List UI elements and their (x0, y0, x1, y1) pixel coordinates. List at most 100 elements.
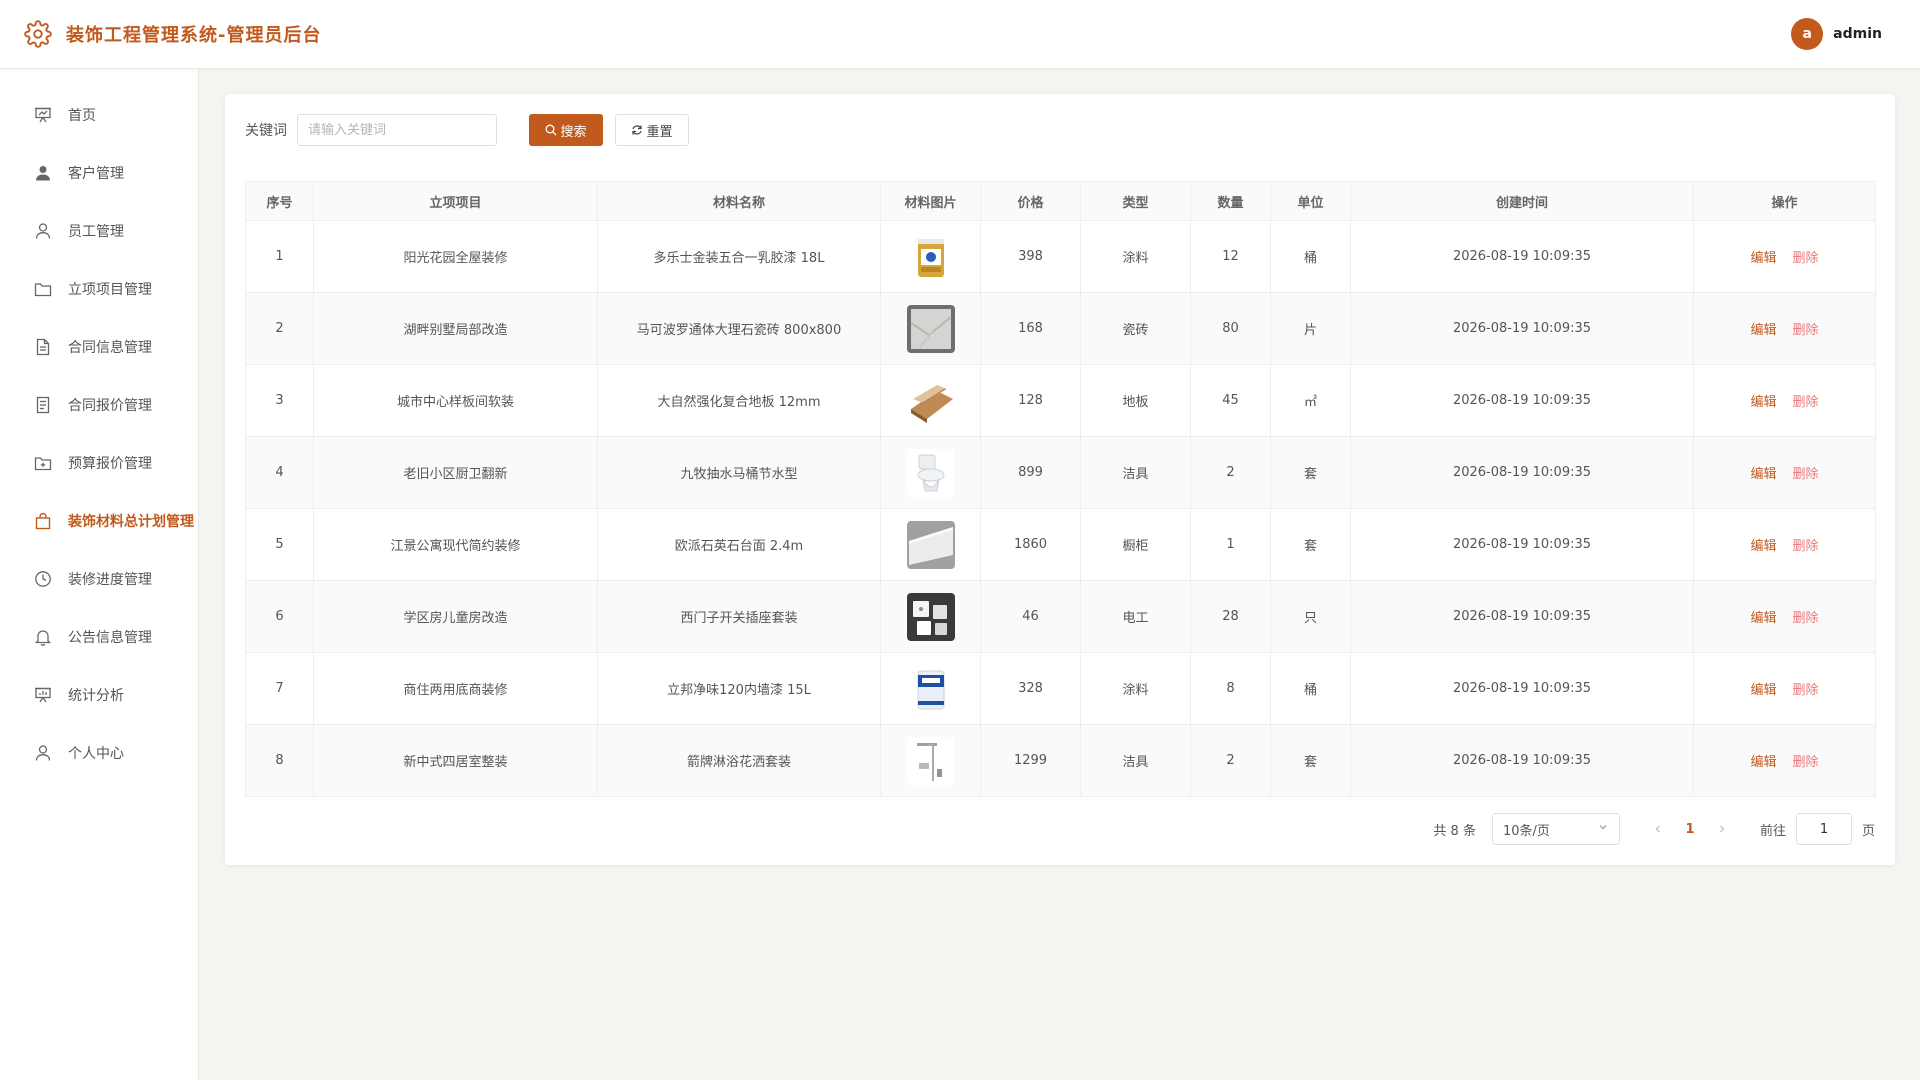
material-thumbnail-toilet[interactable] (881, 448, 980, 497)
total-count: 共 8 条 (1433, 823, 1476, 839)
edit-button[interactable]: 编辑 (1750, 391, 1776, 410)
table-header-row: 序号 立项项目 材料名称 材料图片 价格 类型 数量 单位 创建时间 操作 (245, 181, 1876, 221)
sidebar-item-8[interactable]: 装修进度管理 (0, 550, 198, 608)
reset-button[interactable]: 重置 (615, 114, 689, 146)
material-thumbnail-marble-tile[interactable] (881, 304, 980, 353)
column-header: 材料名称 (597, 181, 881, 221)
delete-button[interactable]: 删除 (1793, 607, 1819, 626)
cell-type: 涂料 (1080, 220, 1191, 293)
next-page-button[interactable] (1708, 815, 1736, 843)
material-image-cell (880, 724, 981, 797)
goto-suffix: 页 (1861, 823, 1875, 839)
user-menu[interactable]: a admin (1791, 18, 1882, 50)
material-thumbnail-paint-bucket-blue[interactable] (881, 664, 980, 713)
material-thumbnail-switch-socket-set[interactable] (881, 592, 980, 641)
sidebar-item-4[interactable]: 合同信息管理 (0, 318, 198, 376)
edit-button[interactable]: 编辑 (1750, 247, 1776, 266)
delete-button[interactable]: 删除 (1793, 247, 1819, 266)
edit-button[interactable]: 编辑 (1750, 679, 1776, 698)
cell-unit: 只 (1270, 580, 1351, 653)
username[interactable]: admin (1833, 26, 1882, 42)
delete-button[interactable]: 删除 (1793, 463, 1819, 482)
goto-page-input[interactable] (1795, 813, 1852, 845)
cell-actions: 编辑 删除 (1693, 652, 1876, 725)
material-table-wrap: 序号 立项项目 材料名称 材料图片 价格 类型 数量 单位 创建时间 操作 1 阳光花园全屋装修 多乐… (245, 181, 1876, 797)
delete-button[interactable]: 删除 (1793, 751, 1819, 770)
cell-type: 电工 (1080, 580, 1191, 653)
edit-button[interactable]: 编辑 (1750, 751, 1776, 770)
delete-button[interactable]: 删除 (1793, 535, 1819, 554)
material-thumbnail-shower-set[interactable] (881, 736, 980, 785)
table-body: 1 阳光花园全屋装修 多乐士金装五合一乳胶漆 18L 398 涂料 12 桶 2026-08-… (245, 220, 1876, 797)
material-thumbnail-paint-bucket-gold[interactable] (881, 232, 980, 281)
cell-created: 2026-08-19 10:09:35 (1350, 292, 1694, 365)
user-solid-icon (34, 164, 52, 182)
table-row: 6 学区房儿童房改造 西门子开关插座套装 46 电工 28 只 2026-08-19 10:0… (245, 580, 1876, 653)
cell-price: 128 (980, 364, 1081, 437)
edit-button[interactable]: 编辑 (1750, 607, 1776, 626)
search-bar: 关键词 搜索 重置 (245, 114, 689, 146)
top-header: 装饰工程管理系统-管理员后台 a admin (0, 0, 1920, 69)
sidebar-item-7[interactable]: 装饰材料总计划管理 (0, 492, 198, 550)
cell-material: 立邦净味120内墙漆 15L (597, 652, 881, 725)
sidebar-item-label: 公告信息管理 (68, 630, 152, 646)
material-image-cell (880, 652, 981, 725)
sidebar-item-1[interactable]: 客户管理 (0, 144, 198, 202)
chart-board-icon (34, 686, 52, 704)
material-image-cell (880, 292, 981, 365)
cell-actions: 编辑 删除 (1693, 364, 1876, 437)
user-icon (34, 222, 52, 240)
delete-button[interactable]: 删除 (1793, 391, 1819, 410)
sidebar-item-6[interactable]: 预算报价管理 (0, 434, 198, 492)
cell-no: 7 (245, 652, 314, 725)
sidebar-item-11[interactable]: 个人中心 (0, 724, 198, 782)
cell-price: 899 (980, 436, 1081, 509)
cell-created: 2026-08-19 10:09:35 (1350, 580, 1694, 653)
sidebar-item-2[interactable]: 员工管理 (0, 202, 198, 260)
table-row: 3 城市中心样板间软装 大自然强化复合地板 12mm 128 地板 45 ㎡ 2026-08-… (245, 364, 1876, 437)
sidebar-item-5[interactable]: 合同报价管理 (0, 376, 198, 434)
sidebar-item-label: 装修进度管理 (68, 572, 152, 588)
cell-type: 地板 (1080, 364, 1191, 437)
edit-button[interactable]: 编辑 (1750, 535, 1776, 554)
keyword-input[interactable] (297, 114, 497, 146)
column-header: 数量 (1190, 181, 1271, 221)
cell-no: 5 (245, 508, 314, 581)
sidebar-item-0[interactable]: 首页 (0, 86, 198, 144)
table-row: 7 商住两用底商装修 立邦净味120内墙漆 15L 328 涂料 8 桶 2026-08-19… (245, 652, 1876, 725)
sidebar-item-label: 合同信息管理 (68, 340, 152, 356)
cell-price: 1299 (980, 724, 1081, 797)
cell-type: 瓷砖 (1080, 292, 1191, 365)
delete-button[interactable]: 删除 (1793, 679, 1819, 698)
material-thumbnail-quartz-countertop[interactable] (881, 520, 980, 569)
cell-unit: ㎡ (1270, 364, 1351, 437)
sidebar-item-10[interactable]: 统计分析 (0, 666, 198, 724)
search-button[interactable]: 搜索 (529, 114, 603, 146)
material-thumbnail-wood-floor[interactable] (881, 376, 980, 425)
cell-material: 大自然强化复合地板 12mm (597, 364, 881, 437)
cell-type: 洁具 (1080, 436, 1191, 509)
cell-no: 6 (245, 580, 314, 653)
column-header: 操作 (1693, 181, 1876, 221)
avatar[interactable]: a (1791, 18, 1824, 50)
document-icon (34, 338, 52, 356)
cell-unit: 桶 (1270, 652, 1351, 725)
search-icon (545, 124, 557, 136)
page-size-select[interactable]: 10条/页 (1491, 813, 1620, 845)
edit-button[interactable]: 编辑 (1750, 319, 1776, 338)
sidebar-item-3[interactable]: 立项项目管理 (0, 260, 198, 318)
cell-qty: 45 (1190, 364, 1271, 437)
cell-material: 箭牌淋浴花洒套装 (597, 724, 881, 797)
material-image-cell (880, 508, 981, 581)
cell-material: 马可波罗通体大理石瓷砖 800x800 (597, 292, 881, 365)
page-number-current[interactable]: 1 (1672, 822, 1708, 837)
cell-created: 2026-08-19 10:09:35 (1350, 652, 1694, 725)
sidebar-item-label: 装饰材料总计划管理 (68, 514, 194, 530)
delete-button[interactable]: 删除 (1793, 319, 1819, 338)
prev-page-button[interactable] (1644, 815, 1672, 843)
column-header: 立项项目 (313, 181, 598, 221)
sidebar-item-9[interactable]: 公告信息管理 (0, 608, 198, 666)
edit-button[interactable]: 编辑 (1750, 463, 1776, 482)
table-row: 4 老旧小区厨卫翻新 九牧抽水马桶节水型 899 洁具 2 套 2026-08-19 10:0… (245, 436, 1876, 509)
cell-material: 西门子开关插座套装 (597, 580, 881, 653)
